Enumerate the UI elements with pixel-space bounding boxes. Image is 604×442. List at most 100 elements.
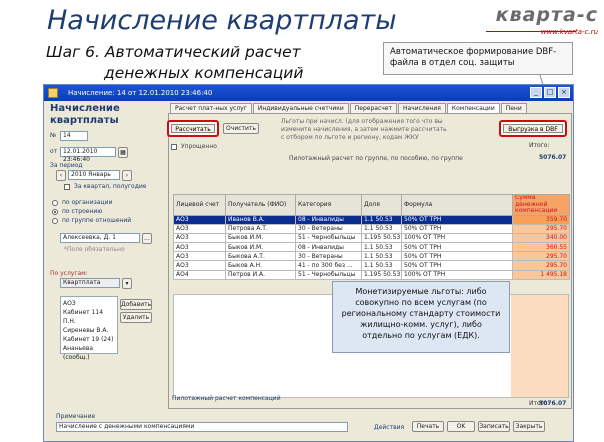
table-row[interactable]: АО3 Быков А.Н. 41 - по 300 без ... 1.1 5… xyxy=(173,260,570,271)
cell-formula: 100% ОТ ТРН xyxy=(401,232,513,244)
calculate-button[interactable]: Рассчитать xyxy=(171,124,215,133)
radio-organization-label: по организации xyxy=(62,199,113,206)
col-category[interactable]: Категория xyxy=(295,194,362,216)
calculate-button-highlight: Рассчитать xyxy=(167,120,219,137)
col-compensation[interactable]: Сумма денежной компенсации xyxy=(512,194,570,216)
date-field[interactable]: 12.01.2010 23:46:40 xyxy=(60,147,116,163)
callout-benefits: Монетизируемые льготы: либо совокупно по… xyxy=(332,281,510,353)
number-field[interactable]: 14 xyxy=(60,131,88,141)
radio-group[interactable] xyxy=(52,218,58,224)
table-row[interactable]: АО3 Быков И.М. 51 - Чернобыльцы 1.195 50… xyxy=(173,232,570,244)
date-label: от xyxy=(50,148,58,155)
cell-formula: 50% ОТ ТРН xyxy=(401,242,513,253)
window-title: Начисление: 14 от 12.01.2010 23:46:40 xyxy=(68,89,213,97)
cell-recipient: Быков А.Н. xyxy=(225,260,296,271)
services-list[interactable]: АОЗ Кабинет 114 П.Н. Сиреневы В.А. Кабин… xyxy=(60,296,118,361)
cell-share: 1.1 50.53 xyxy=(361,242,402,253)
tab-compensations[interactable]: Компенсации xyxy=(446,103,500,113)
window-controls: _ □ × xyxy=(530,87,570,98)
cell-compensation: 295.70 xyxy=(512,223,570,234)
cell-recipient: Быков И.М. xyxy=(225,232,296,244)
cell-category: 41 - по 300 без ... xyxy=(295,260,362,271)
tab-paid-services[interactable]: Расчет плат-ных услуг xyxy=(170,103,252,113)
cell-compensation: 359.70 xyxy=(512,214,570,225)
list-item[interactable]: Кабинет 19 (24) xyxy=(63,335,115,344)
compensation-table[interactable]: Лицевой счет Получатель (ФИО) Категория … xyxy=(173,194,570,280)
clear-button[interactable]: Очистить xyxy=(223,123,259,134)
delete-button[interactable]: Удалить xyxy=(120,312,152,323)
cell-share: 1.1 50.53 xyxy=(361,214,402,225)
cell-recipient: Петрова А.Т. xyxy=(225,223,296,234)
print-button[interactable]: Печать xyxy=(412,421,444,432)
calendar-icon[interactable]: ▦ xyxy=(118,147,128,158)
cell-formula: 50% ОТ ТРН xyxy=(401,223,513,234)
export-dbf-button[interactable]: Выгрузка в DBF xyxy=(503,124,563,133)
cell-share: 1.195 50.53 xyxy=(361,232,402,244)
note-field[interactable]: Начисление с денежными компенсациями xyxy=(56,422,348,432)
add-button[interactable]: Добавить xyxy=(120,299,152,310)
close-button[interactable]: × xyxy=(558,87,570,98)
tab-bar: Расчет плат-ных услуг Индивидуальные сче… xyxy=(170,103,528,113)
table-row[interactable]: АО3 Иванов В.А. 08 - Инвалиды 1.1 50.53 … xyxy=(173,214,570,225)
minimize-button[interactable]: _ xyxy=(530,87,542,98)
required-hint: *Поле обязательно xyxy=(64,246,125,253)
status-text: Пилотажный расчет компенсаций xyxy=(172,395,281,402)
col-share[interactable]: Доля xyxy=(361,194,402,216)
actions-menu[interactable]: Действия xyxy=(374,424,404,431)
cell-recipient: Быков И.М. xyxy=(225,242,296,253)
close-window-button[interactable]: Закрыть xyxy=(513,421,545,432)
table-row[interactable]: АО3 Быкова А.Т. 30 - Ветераны 1.1 50.53 … xyxy=(173,251,570,262)
dbf-button-highlight: Выгрузка в DBF xyxy=(499,120,567,137)
radio-organization[interactable] xyxy=(52,200,58,206)
cell-formula: 100% ОТ ТРН xyxy=(401,269,513,280)
maximize-button[interactable]: □ xyxy=(544,87,556,98)
cell-formula: 50% ОТ ТРН xyxy=(401,214,513,225)
list-item[interactable]: Кабинет 114 П.Н. xyxy=(63,308,115,326)
list-item[interactable]: Ананьева (сообщ.) xyxy=(63,344,115,362)
app-window: Начисление: 14 от 12.01.2010 23:46:40 _ … xyxy=(43,84,574,442)
ok-button[interactable]: OK xyxy=(447,421,475,432)
col-account[interactable]: Лицевой счет xyxy=(173,194,226,216)
cell-share: 1.1 50.53 xyxy=(361,223,402,234)
save-button[interactable]: Записать xyxy=(478,421,510,432)
cell-account: АО3 xyxy=(173,251,226,262)
services-dropdown-icon[interactable]: ▾ xyxy=(122,278,132,289)
period-next-button[interactable]: › xyxy=(122,170,132,181)
period-field[interactable]: 2010 Январь xyxy=(68,170,120,180)
quarter-label: За квартал, полугодие xyxy=(74,183,147,190)
period-prev-button[interactable]: ‹ xyxy=(56,170,66,181)
col-formula[interactable]: Формула xyxy=(401,194,513,216)
cell-category: 51 - Чернобыльцы xyxy=(295,269,362,280)
quarter-checkbox[interactable] xyxy=(64,184,70,190)
cell-category: 08 - Инвалиды xyxy=(295,214,362,225)
table-row[interactable]: АО3 Быков И.М. 08 - Инвалиды 1.1 50.53 5… xyxy=(173,242,570,253)
tab-meters[interactable]: Индивидуальные счетчики xyxy=(252,103,349,113)
services-field[interactable]: Квартплата xyxy=(60,278,120,288)
building-field[interactable]: Алексеевка, Д. 1 xyxy=(60,233,140,243)
radio-building[interactable] xyxy=(52,209,58,215)
table-row[interactable]: АО4 Петров И.А. 51 - Чернобыльцы 1.195 5… xyxy=(173,269,570,280)
table-row[interactable]: АО3 Петрова А.Т. 30 - Ветераны 1.1 50.53… xyxy=(173,223,570,234)
col-recipient[interactable]: Получатель (ФИО) xyxy=(225,194,296,216)
cell-formula: 50% ОТ ТРН xyxy=(401,251,513,262)
note-label: Примечание xyxy=(56,413,96,420)
simplified-checkbox[interactable] xyxy=(171,144,177,150)
radio-group-label: по группе отношений xyxy=(62,217,132,224)
tab-charges[interactable]: Начисления xyxy=(397,103,446,113)
cell-recipient: Петров И.А. xyxy=(225,269,296,280)
table-total-value: 5076.07 xyxy=(539,400,567,407)
table-header-row: Лицевой счет Получатель (ФИО) Категория … xyxy=(173,194,570,216)
info-line-2: измените начисления, а затем нажмите рас… xyxy=(281,126,447,133)
cell-account: АО3 xyxy=(173,214,226,225)
list-item[interactable]: АОЗ xyxy=(63,299,115,308)
panel-title: Начисление квартплаты xyxy=(50,103,120,126)
radio-building-label: по строению xyxy=(62,208,103,215)
tab-penalties[interactable]: Пени xyxy=(500,103,527,113)
cell-category: 08 - Инвалиды xyxy=(295,242,362,253)
cell-recipient: Быкова А.Т. xyxy=(225,251,296,262)
building-select-button[interactable]: … xyxy=(142,233,152,244)
tab-recalc[interactable]: Перерасчет xyxy=(349,103,397,113)
list-item[interactable]: Сиреневы В.А. xyxy=(63,326,115,335)
cell-share: 1.195 50.53 xyxy=(361,269,402,280)
cell-compensation: 295.70 xyxy=(512,251,570,262)
